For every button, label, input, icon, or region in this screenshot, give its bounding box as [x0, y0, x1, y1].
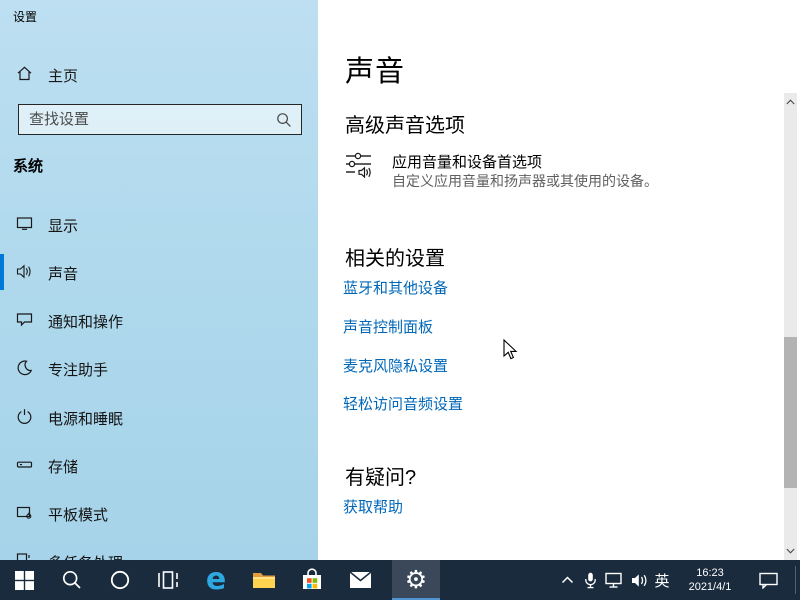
sidebar-item-power-sleep[interactable]: 电源和睡眠 — [0, 397, 318, 437]
display-icon — [16, 215, 33, 237]
sidebar-item-focus-assist[interactable]: 专注助手 — [0, 348, 318, 388]
sidebar-item-storage[interactable]: 存储 — [0, 445, 318, 485]
tablet-icon — [16, 504, 33, 526]
clock-date: 2021/4/1 — [689, 580, 732, 594]
action-center-button[interactable] — [750, 560, 786, 600]
power-icon — [16, 408, 33, 430]
search-box[interactable] — [18, 104, 302, 135]
app-volume-item-description: 自定义应用音量和扬声器或其使用的设备。 — [392, 171, 658, 191]
chevron-up-icon — [561, 576, 574, 584]
search-input[interactable] — [29, 105, 269, 134]
app-title: 设置 — [13, 8, 37, 25]
gear-icon: ⚙ — [405, 567, 427, 592]
sidebar-item-display[interactable]: 显示 — [0, 204, 318, 244]
link-microphone-privacy[interactable]: 麦克风隐私设置 — [343, 355, 448, 376]
tray-microphone[interactable] — [580, 560, 600, 600]
windows-logo-icon — [15, 571, 34, 590]
sidebar-item-multitasking[interactable]: 多任务处理 — [0, 541, 318, 560]
action-center-icon — [759, 572, 778, 589]
sidebar-item-label: 多任务处理 — [48, 552, 123, 560]
show-desktop-button[interactable] — [795, 566, 796, 594]
search-icon[interactable] — [276, 112, 292, 133]
task-view-button[interactable] — [144, 560, 192, 600]
file-explorer-button[interactable] — [240, 560, 288, 600]
app-volume-preferences-item[interactable]: 应用音量和设备首选项 自定义应用音量和扬声器或其使用的设备。 — [345, 149, 745, 189]
storage-icon — [16, 456, 33, 478]
sidebar-item-label: 显示 — [48, 215, 78, 236]
scroll-down-icon[interactable] — [784, 544, 797, 558]
sidebar-item-tablet-mode[interactable]: 平板模式 — [0, 493, 318, 533]
sidebar-item-label: 平板模式 — [48, 504, 108, 525]
sidebar-section-system: 系统 — [13, 155, 43, 176]
settings-window: 设置 主页 系统 显示 声音 — [0, 0, 800, 560]
app-volume-item-title: 应用音量和设备首选项 — [392, 151, 542, 172]
main-content: 声音 高级声音选项 应用音量和设备首选项 自定 — [318, 0, 800, 560]
moon-icon — [16, 359, 33, 381]
file-explorer-icon — [252, 570, 276, 590]
sidebar-item-notifications[interactable]: 通知和操作 — [0, 300, 318, 340]
mail-icon — [349, 571, 372, 589]
link-ease-of-access-audio[interactable]: 轻松访问音频设置 — [343, 393, 463, 414]
start-button[interactable] — [0, 560, 48, 600]
scrollbar[interactable] — [784, 93, 797, 560]
section-heading-advanced-sound: 高级声音选项 — [345, 109, 465, 138]
cortana-button[interactable] — [96, 560, 144, 600]
tray-clock[interactable]: 16:23 2021/4/1 — [678, 560, 742, 600]
tray-show-hidden-icons[interactable] — [554, 560, 580, 600]
mail-button[interactable] — [336, 560, 384, 600]
network-icon — [605, 572, 625, 589]
scrollbar-thumb[interactable] — [784, 337, 797, 488]
scroll-up-icon[interactable] — [784, 95, 797, 109]
volume-mixer-icon — [345, 151, 377, 186]
notifications-icon — [16, 311, 33, 333]
sidebar-item-label: 通知和操作 — [48, 311, 123, 332]
microphone-icon — [583, 572, 598, 589]
taskbar: e ⚙ 英 16:23 2021/4/1 — [0, 560, 800, 600]
section-heading-help: 有疑问? — [345, 461, 416, 490]
clock-time: 16:23 — [689, 566, 732, 580]
sidebar-item-label: 电源和睡眠 — [48, 408, 123, 429]
taskbar-search-button[interactable] — [48, 560, 96, 600]
sidebar-item-label: 存储 — [48, 456, 78, 477]
edge-button[interactable]: e — [192, 560, 240, 600]
page-title: 声音 — [345, 48, 405, 90]
task-view-icon — [157, 570, 179, 590]
sidebar-item-label: 专注助手 — [48, 359, 108, 380]
home-icon — [16, 65, 33, 87]
sidebar-item-label: 主页 — [48, 65, 78, 86]
link-get-help[interactable]: 获取帮助 — [343, 496, 403, 517]
store-icon — [300, 568, 324, 592]
tray-ime-indicator[interactable]: 英 — [650, 560, 674, 600]
search-icon — [62, 570, 82, 590]
sidebar-item-sound[interactable]: 声音 — [0, 252, 318, 292]
tray-network[interactable] — [602, 560, 628, 600]
edge-icon: e — [206, 565, 226, 595]
sidebar-item-label: 声音 — [48, 263, 78, 284]
sidebar: 设置 主页 系统 显示 声音 — [0, 0, 318, 560]
store-button[interactable] — [288, 560, 336, 600]
tray-volume[interactable] — [628, 560, 652, 600]
link-bluetooth-other-devices[interactable]: 蓝牙和其他设备 — [343, 277, 448, 298]
multitask-icon — [16, 552, 33, 560]
cortana-icon — [110, 570, 130, 590]
settings-app-button[interactable]: ⚙ — [392, 560, 440, 600]
sidebar-item-home[interactable]: 主页 — [0, 60, 318, 90]
mouse-cursor — [503, 339, 519, 366]
speaker-icon — [16, 263, 33, 285]
section-heading-related-settings: 相关的设置 — [345, 242, 445, 271]
speaker-icon — [631, 572, 650, 589]
link-sound-control-panel[interactable]: 声音控制面板 — [343, 316, 433, 337]
